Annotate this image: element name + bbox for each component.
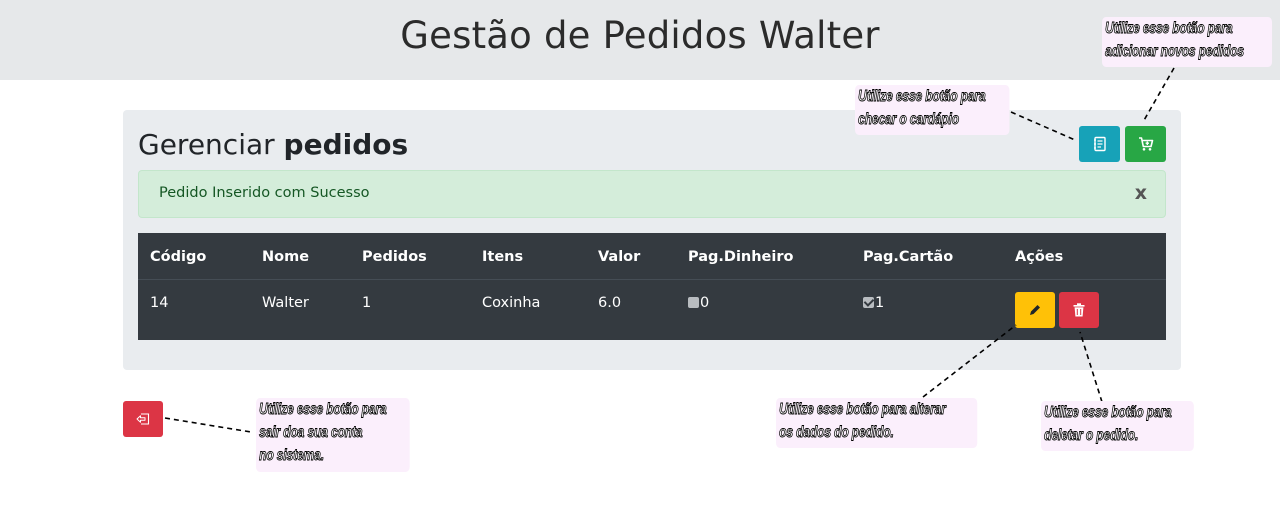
arrow-delete [1079,331,1103,403]
annotation-edit-line-1: Utilize esse botão para alterar [779,401,946,419]
annotation-delete: Utilize esse botão para deletar o pedido… [1041,401,1194,451]
annotation-menu: Utilize esse botão para checar o cardápi… [855,85,1010,135]
annotation-menu-line-2: checar o cardápio [858,111,960,129]
annotation-add-line-2: adicionar novos pedidos [1105,43,1245,61]
annotation-add-line-1: Utilize esse botão para [1105,20,1233,38]
arrow-menu [1010,111,1076,141]
annotation-add-order: Utilize esse botão para adicionar novos … [1102,17,1273,67]
annotation-logout-line-1: Utilize esse botão para [259,401,387,419]
annotation-logout: Utilize esse botão para sair doa sua con… [256,398,410,472]
arrow-add-order [1142,67,1175,123]
annotation-logout-line-3: no sistema. [259,447,325,465]
annotation-menu-line-1: Utilize esse botão para [858,88,986,106]
arrow-edit [922,324,1017,398]
annotation-edit-line-2: os dados do pedido. [779,424,894,442]
annotation-delete-line-2: deletar o pedido. [1044,427,1139,445]
annotation-logout-line-2: sair doa sua conta [259,424,363,442]
arrow-logout [164,417,252,433]
annotation-delete-line-1: Utilize esse botão para [1044,404,1172,422]
annotation-edit: Utilize esse botão para alterar os dados… [776,398,978,448]
